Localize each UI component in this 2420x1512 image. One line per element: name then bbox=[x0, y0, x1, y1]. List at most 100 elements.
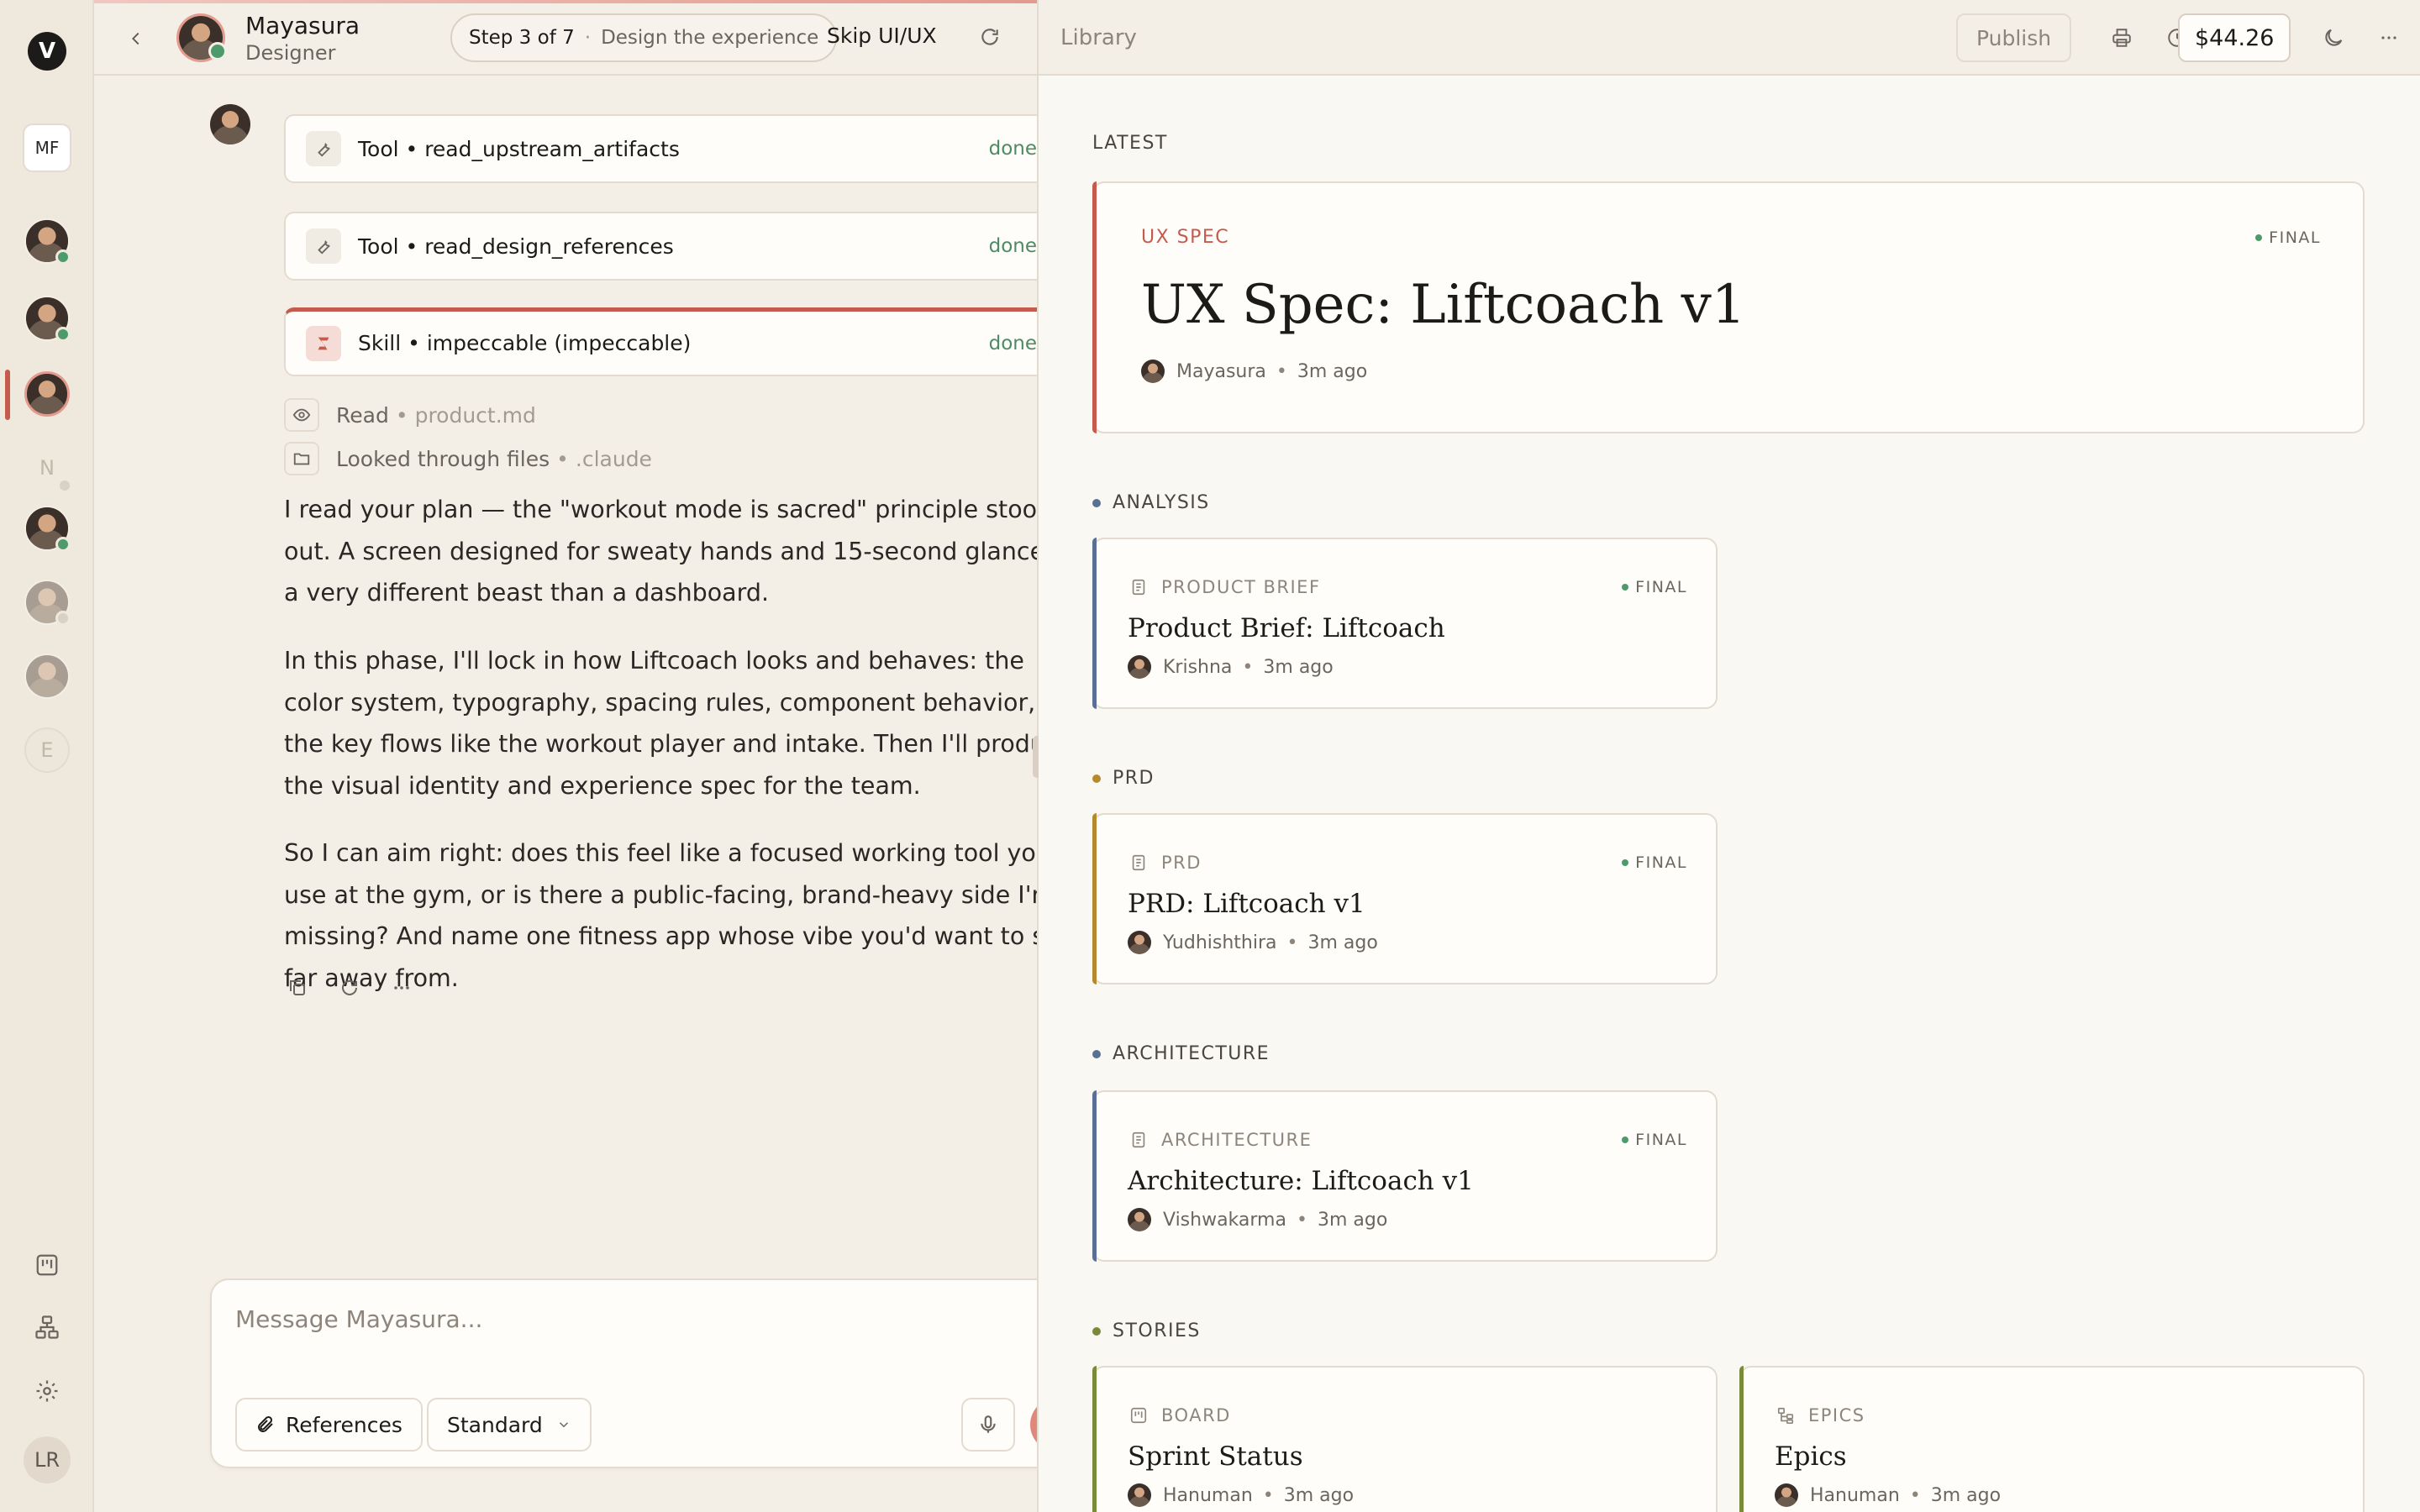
artifact-card-product-brief[interactable]: PRODUCT BRIEF FINAL Product Brief: Liftc… bbox=[1092, 538, 1718, 709]
card-accent-bar bbox=[1092, 538, 1097, 709]
user-avatar[interactable]: LR bbox=[24, 1436, 71, 1483]
artifact-meta: Hanuman • 3m ago bbox=[1128, 1483, 1354, 1507]
online-status-dot bbox=[55, 537, 71, 552]
artifact-meta: Mayasura • 3m ago bbox=[1141, 360, 1367, 383]
message-input[interactable]: Message Mayasura... bbox=[235, 1305, 482, 1333]
settings-gear-icon[interactable] bbox=[30, 1374, 64, 1408]
section-analysis: ANALYSIS bbox=[1092, 492, 1210, 513]
mode-select[interactable]: Standard bbox=[427, 1398, 592, 1452]
agent-message-avatar bbox=[210, 104, 250, 144]
agent-avatar-n[interactable]: N bbox=[24, 445, 72, 493]
message-actions bbox=[284, 974, 415, 1001]
tool-call-read-upstream-artifacts[interactable]: Tool • read_upstream_artifacts done bbox=[284, 114, 1094, 183]
card-accent-bar bbox=[1739, 1366, 1744, 1512]
hierarchy-icon[interactable] bbox=[30, 1310, 64, 1344]
idle-status-dot bbox=[57, 478, 72, 493]
references-button[interactable]: References bbox=[235, 1398, 423, 1452]
document-icon bbox=[1128, 576, 1150, 598]
publish-button[interactable]: Publish bbox=[1956, 13, 2072, 62]
skill-call-impeccable[interactable]: Skill • impeccable (impeccable) done bbox=[284, 307, 1094, 376]
artifact-meta: Yudhishthira • 3m ago bbox=[1128, 931, 1378, 954]
artifact-title: Sprint Status bbox=[1128, 1441, 1303, 1472]
step-label: Step 3 of 7 bbox=[469, 27, 575, 49]
more-options-icon[interactable] bbox=[388, 974, 415, 1001]
artifact-meta: Vishwakarma • 3m ago bbox=[1128, 1208, 1387, 1231]
tool-call-read-design-references[interactable]: Tool • read_design_references done bbox=[284, 212, 1094, 281]
library-title: Library bbox=[1060, 25, 1137, 50]
agent-avatar-4[interactable] bbox=[24, 580, 71, 626]
activity-read: Read • product.md bbox=[284, 398, 536, 432]
artifact-card-architecture[interactable]: ARCHITECTURE FINAL Architecture: Liftcoa… bbox=[1092, 1090, 1718, 1262]
regenerate-icon[interactable] bbox=[336, 974, 363, 1001]
section-latest: LATEST bbox=[1092, 133, 1168, 154]
agent-avatar-5[interactable] bbox=[24, 654, 70, 699]
artifact-card-sprint-status[interactable]: BOARD Sprint Status Hanuman • 3m ago bbox=[1092, 1366, 1718, 1512]
back-chevron-icon[interactable] bbox=[119, 22, 153, 55]
artifact-card-epics[interactable]: EPICS Epics Hanuman • 3m ago bbox=[1739, 1366, 2365, 1512]
more-options-icon[interactable] bbox=[2371, 20, 2407, 55]
tool-call-status: done bbox=[988, 235, 1037, 257]
artifact-kind: ARCHITECTURE bbox=[1128, 1129, 1312, 1151]
dark-mode-moon-icon[interactable] bbox=[2316, 20, 2351, 55]
balance-badge[interactable]: $44.26 bbox=[2178, 13, 2291, 62]
print-icon[interactable] bbox=[2104, 20, 2139, 55]
step-description: Design the experience bbox=[601, 27, 819, 49]
agent-avatar-3[interactable] bbox=[24, 506, 71, 552]
card-accent-bar bbox=[1092, 1366, 1097, 1512]
tool-call-label: Tool • read_design_references bbox=[358, 234, 674, 259]
card-accent-bar bbox=[1092, 181, 1097, 433]
artifact-kind: BOARD bbox=[1128, 1404, 1231, 1426]
author-avatar bbox=[1141, 360, 1165, 383]
card-accent-bar bbox=[1092, 1090, 1097, 1262]
refresh-icon[interactable] bbox=[973, 20, 1007, 54]
agent-name: Mayasura bbox=[245, 12, 360, 39]
artifact-kind: PRODUCT BRIEF bbox=[1128, 576, 1321, 598]
author-avatar bbox=[1128, 1208, 1151, 1231]
online-status-dot bbox=[208, 42, 227, 60]
library-header: Library Publish $44.26 bbox=[1039, 0, 2420, 76]
tool-call-status: done bbox=[988, 138, 1037, 160]
folder-icon bbox=[284, 442, 319, 475]
author-avatar bbox=[1128, 655, 1151, 679]
idle-status-dot bbox=[55, 611, 71, 626]
online-status-dot bbox=[55, 327, 71, 342]
board-icon[interactable] bbox=[30, 1248, 64, 1282]
agent-avatar-mayasura[interactable] bbox=[24, 371, 70, 417]
artifact-title: Product Brief: Liftcoach bbox=[1128, 613, 1445, 643]
status-badge: FINAL bbox=[1622, 1131, 1687, 1149]
message-paragraph-2: In this phase, I'll lock in how Liftcoac… bbox=[284, 647, 1088, 800]
board-icon bbox=[1128, 1404, 1150, 1426]
left-rail: V MF N E LR bbox=[0, 0, 94, 1512]
artifact-title: Architecture: Liftcoach v1 bbox=[1128, 1166, 1474, 1196]
agent-avatar-e[interactable]: E bbox=[24, 727, 70, 773]
active-indicator bbox=[5, 370, 10, 420]
artifact-title: PRD: Liftcoach v1 bbox=[1128, 889, 1365, 919]
workspace-switcher[interactable]: MF bbox=[23, 123, 71, 172]
wrench-icon bbox=[306, 228, 341, 264]
microphone-icon[interactable] bbox=[961, 1398, 1015, 1452]
message-composer[interactable]: Message Mayasura... References Standard bbox=[210, 1278, 1109, 1468]
app-logo[interactable]: V bbox=[28, 32, 66, 71]
step-indicator[interactable]: Step 3 of 7 · Design the experience bbox=[450, 13, 838, 62]
artifact-title: Epics bbox=[1775, 1441, 1847, 1472]
paperclip-icon bbox=[255, 1415, 276, 1435]
document-icon bbox=[1128, 1129, 1150, 1151]
status-badge: FINAL bbox=[2255, 228, 2321, 247]
document-icon bbox=[1128, 852, 1150, 874]
status-badge: FINAL bbox=[1622, 853, 1687, 872]
author-avatar bbox=[1128, 931, 1151, 954]
artifact-title: UX Spec: Liftcoach v1 bbox=[1141, 274, 1746, 336]
agent-avatar-2[interactable] bbox=[24, 296, 71, 342]
artifact-kind: PRD bbox=[1128, 852, 1202, 874]
agent-avatar-1[interactable] bbox=[24, 218, 71, 265]
card-accent-bar bbox=[1092, 813, 1097, 984]
artifact-kind: EPICS bbox=[1775, 1404, 1865, 1426]
artifact-kind: UX SPEC bbox=[1141, 227, 1230, 248]
copy-icon[interactable] bbox=[284, 974, 311, 1001]
artifact-card-prd[interactable]: PRD FINAL PRD: Liftcoach v1 Yudhishthira… bbox=[1092, 813, 1718, 984]
hierarchy-icon bbox=[1775, 1404, 1797, 1426]
skip-step-button[interactable]: Skip UI/UX bbox=[827, 24, 937, 48]
artifact-card-ux-spec[interactable]: UX SPEC FINAL UX Spec: Liftcoach v1 Maya… bbox=[1092, 181, 2365, 433]
section-stories: STORIES bbox=[1092, 1320, 1201, 1341]
chat-panel: Mayasura Designer Step 3 of 7 · Design t… bbox=[94, 0, 1109, 1512]
